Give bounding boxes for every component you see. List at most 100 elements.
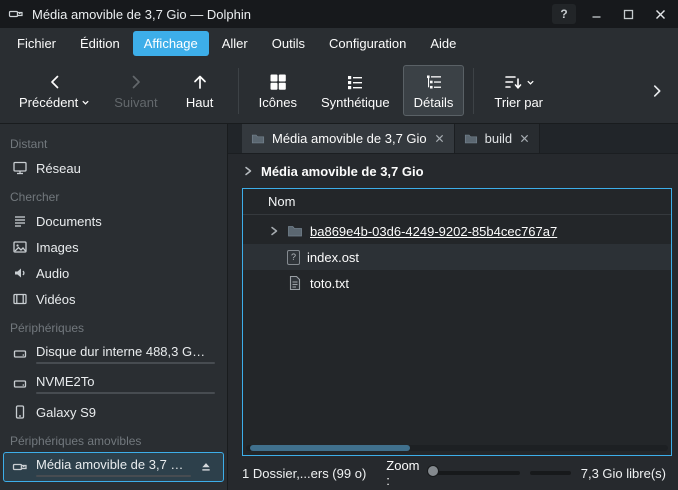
menu-aide[interactable]: Aide — [419, 31, 467, 56]
sidebar-item-nvme2to[interactable]: NVME2To — [3, 369, 224, 399]
details-view-button[interactable]: Détails — [403, 65, 465, 116]
help-button[interactable]: ? — [552, 4, 576, 24]
file-row-unknown[interactable]: ? index.ost — [243, 244, 671, 270]
details-view-icon — [424, 72, 444, 92]
menu-edition[interactable]: Édition — [69, 31, 131, 56]
status-bar: 1 Dossier,...ers (99 o) Zoom : 7,3 Gio l… — [228, 456, 678, 490]
minimize-button[interactable] — [584, 4, 608, 24]
disk-usage-bar — [36, 362, 215, 364]
images-icon — [12, 239, 28, 255]
unknown-file-icon: ? — [287, 250, 300, 265]
icons-view-icon — [268, 72, 288, 92]
zoom-slider[interactable] — [433, 471, 520, 475]
usb-drive-app-icon — [8, 6, 24, 22]
chevron-left-icon — [45, 72, 65, 92]
audio-icon — [12, 265, 28, 281]
file-name[interactable]: toto.txt — [310, 276, 349, 291]
menu-fichier[interactable]: Fichier — [6, 31, 67, 56]
videos-icon — [12, 291, 28, 307]
up-button[interactable]: Haut — [171, 65, 229, 116]
forward-button[interactable]: Suivant — [103, 65, 168, 116]
toolbar-separator — [473, 68, 474, 114]
titlebar[interactable]: Média amovible de 3,7 Gio — Dolphin ? — [0, 0, 678, 28]
zoom-control[interactable]: Zoom : — [386, 458, 519, 488]
file-name[interactable]: index.ost — [307, 250, 359, 265]
places-section-peripheriques: Périphériques — [0, 312, 227, 339]
sidebar-item-label: Audio — [36, 266, 215, 281]
scrollbar-track[interactable] — [246, 445, 668, 451]
maximize-button[interactable] — [616, 4, 640, 24]
toolbar-separator — [238, 68, 239, 114]
folder-icon — [464, 132, 478, 146]
back-button[interactable]: Précédent — [8, 65, 101, 116]
sidebar-item-images[interactable]: Images — [3, 234, 224, 260]
menu-configuration[interactable]: Configuration — [318, 31, 417, 56]
folder-icon — [251, 132, 265, 146]
disk-usage-bar — [36, 392, 215, 394]
network-icon — [12, 160, 28, 176]
sidebar-item-label: Galaxy S9 — [36, 405, 215, 420]
file-row-folder[interactable]: ba869e4b-03d6-4249-9202-85b4cec767a7 — [243, 218, 671, 244]
sidebar-item-reseau[interactable]: Réseau — [3, 155, 224, 181]
sidebar-item-media-amovible[interactable]: Média amovible de 3,7 … — [3, 452, 224, 482]
sidebar-item-label: Réseau — [36, 161, 215, 176]
sidebar-item-label: Images — [36, 240, 215, 255]
arrow-up-icon — [190, 72, 210, 92]
menu-outils[interactable]: Outils — [261, 31, 316, 56]
places-section-chercher: Chercher — [0, 181, 227, 208]
eject-button[interactable] — [199, 460, 215, 474]
back-label: Précédent — [19, 95, 78, 110]
sidebar-item-disque-interne[interactable]: Disque dur interne 488,3 G… — [3, 339, 224, 369]
sidebar-item-audio[interactable]: Audio — [3, 260, 224, 286]
column-header-nom[interactable]: Nom — [243, 189, 671, 215]
tab-bar: Média amovible de 3,7 Gio build — [228, 124, 678, 154]
close-icon — [520, 134, 529, 143]
tab-build[interactable]: build — [455, 124, 540, 153]
scrollbar-thumb[interactable] — [250, 445, 410, 451]
forward-label: Suivant — [114, 95, 157, 110]
compact-view-icon — [345, 72, 365, 92]
tab-label: Média amovible de 3,7 Gio — [272, 131, 427, 146]
text-file-icon — [287, 275, 303, 291]
breadcrumb[interactable]: Média amovible de 3,7 Gio — [228, 154, 678, 188]
sort-by-label: Trier par — [494, 95, 543, 110]
toolbar: Précédent Suivant Haut Icônes — [0, 58, 678, 124]
sidebar-item-documents[interactable]: Documents — [3, 208, 224, 234]
compact-view-button[interactable]: Synthétique — [310, 65, 401, 116]
close-icon — [435, 134, 444, 143]
chevron-right-icon — [242, 165, 254, 177]
icons-view-button[interactable]: Icônes — [248, 65, 308, 116]
selection-summary: 1 Dossier,...ers (99 o) — [242, 466, 366, 481]
sidebar-item-label: Vidéos — [36, 292, 215, 307]
menu-affichage[interactable]: Affichage — [133, 31, 209, 56]
free-space-bar — [530, 471, 571, 475]
sort-by-button[interactable]: Trier par — [483, 65, 554, 116]
free-space-text: 7,3 Gio libre(s) — [581, 466, 666, 481]
tab-close-button[interactable] — [434, 133, 445, 144]
close-button[interactable] — [648, 4, 672, 24]
tab-close-button[interactable] — [519, 133, 530, 144]
toolbar-overflow-button[interactable] — [644, 78, 670, 104]
compact-view-label: Synthétique — [321, 95, 390, 110]
disk-usage-bar — [36, 475, 191, 477]
eject-icon — [199, 460, 215, 474]
file-row-text[interactable]: toto.txt — [243, 270, 671, 296]
sort-dropdown-icon — [526, 78, 535, 87]
icons-view-label: Icônes — [259, 95, 297, 110]
expand-arrow-icon[interactable] — [268, 225, 280, 237]
breadcrumb-current[interactable]: Média amovible de 3,7 Gio — [261, 164, 424, 179]
sidebar-item-galaxy-s9[interactable]: Galaxy S9 — [3, 399, 224, 425]
folder-icon — [287, 223, 303, 239]
chevron-right-icon — [126, 72, 146, 92]
sidebar-item-label: NVME2To — [36, 374, 215, 389]
zoom-slider-handle[interactable] — [427, 465, 439, 477]
chevron-right-icon — [648, 82, 666, 100]
sidebar-item-videos[interactable]: Vidéos — [3, 286, 224, 312]
horizontal-scrollbar[interactable] — [243, 443, 671, 455]
sidebar-item-label: Documents — [36, 214, 215, 229]
menu-aller[interactable]: Aller — [211, 31, 259, 56]
tab-media-amovible[interactable]: Média amovible de 3,7 Gio — [242, 124, 455, 153]
main-area: Média amovible de 3,7 Gio build — [228, 124, 678, 490]
file-name[interactable]: ba869e4b-03d6-4249-9202-85b4cec767a7 — [310, 224, 557, 239]
menubar: Fichier Édition Affichage Aller Outils C… — [0, 28, 678, 58]
